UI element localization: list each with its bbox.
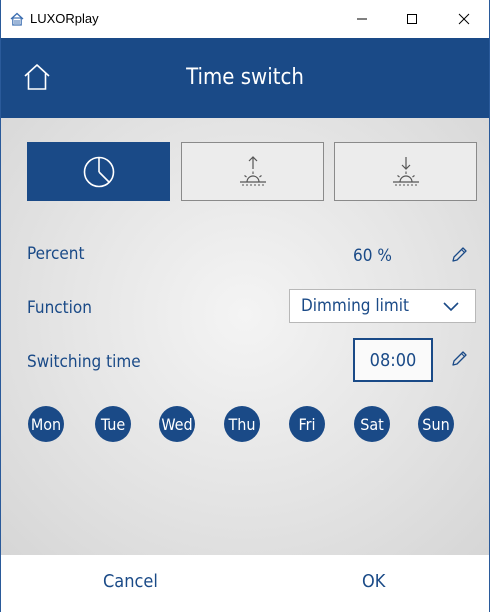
- chevron-down-icon: [443, 302, 459, 312]
- minimize-icon: [357, 18, 367, 20]
- day-button-sat[interactable]: Sat: [354, 406, 390, 442]
- title-bar: LUXORplay: [1, 0, 489, 38]
- mode-sunrise-button[interactable]: [181, 142, 324, 201]
- percent-value: 60 %: [353, 246, 392, 266]
- day-button-thu[interactable]: Thu: [224, 406, 260, 442]
- page-title: Time switch: [186, 65, 304, 90]
- close-button[interactable]: [441, 0, 487, 38]
- percent-label: Percent: [27, 244, 85, 264]
- sunrise-icon: [239, 155, 266, 185]
- window-title: LUXORplay: [30, 11, 99, 26]
- minimize-button[interactable]: [339, 0, 385, 38]
- sunset-icon: [392, 156, 419, 185]
- function-select-value: Dimming limit: [301, 296, 409, 316]
- function-label: Function: [27, 298, 92, 318]
- function-select[interactable]: Dimming limit: [289, 289, 476, 323]
- timer-icon: [83, 156, 114, 187]
- mode-timer-button[interactable]: [27, 142, 170, 201]
- edit-time-icon[interactable]: [450, 350, 468, 368]
- switching-time-field[interactable]: 08:00: [353, 338, 433, 382]
- settings-panel: Percent 60 % Function Dimming limit Swit…: [1, 118, 489, 555]
- day-button-sun[interactable]: Sun: [418, 406, 454, 442]
- day-button-wed[interactable]: Wed: [159, 406, 195, 442]
- mode-sunset-button[interactable]: [334, 142, 477, 201]
- edit-percent-icon[interactable]: [450, 246, 468, 264]
- day-button-mon[interactable]: Mon: [28, 406, 64, 442]
- ok-button[interactable]: OK: [362, 571, 385, 592]
- maximize-button[interactable]: [389, 0, 435, 38]
- dialog-footer: Cancel OK: [1, 555, 489, 612]
- maximize-icon: [407, 14, 417, 24]
- day-button-fri[interactable]: Fri: [289, 406, 325, 442]
- day-button-tue[interactable]: Tue: [95, 406, 131, 442]
- close-icon: [458, 13, 470, 25]
- switching-time-label: Switching time: [27, 352, 141, 372]
- page-header: Time switch: [1, 38, 489, 118]
- app-icon: [10, 12, 24, 26]
- cancel-button[interactable]: Cancel: [103, 571, 158, 592]
- app-window: LUXORplay Time switch Percent 60 % Funct…: [0, 0, 490, 612]
